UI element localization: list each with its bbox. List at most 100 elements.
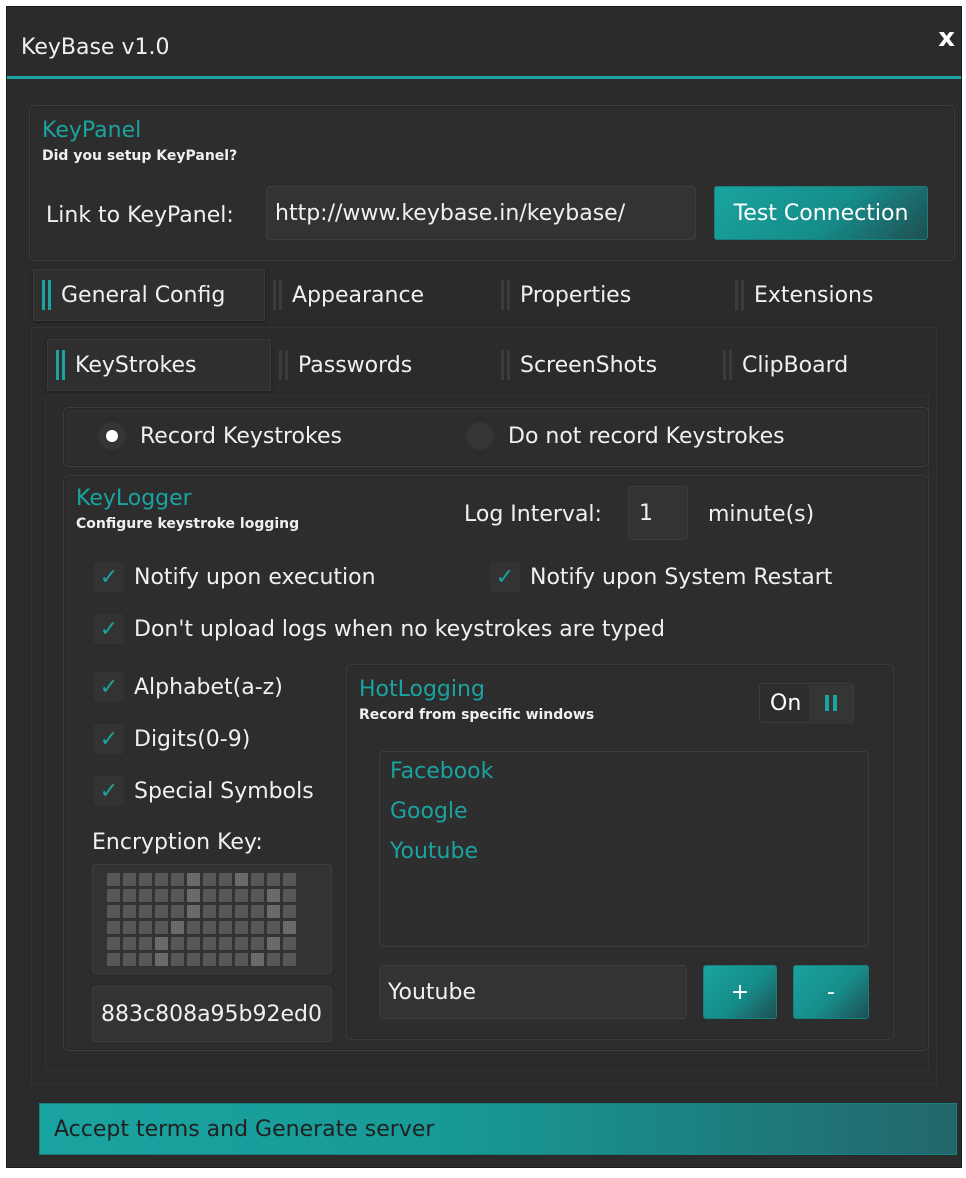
window-title: KeyBase v1.0 — [21, 35, 170, 60]
key-cell — [187, 953, 200, 966]
key-cell — [283, 905, 296, 918]
key-cell — [107, 953, 120, 966]
subtab-label: KeyStrokes — [75, 352, 197, 378]
no-upload-checkbox[interactable]: ✓ Don't upload logs when no keystrokes a… — [94, 614, 665, 644]
tab-indicator-icon — [273, 280, 282, 310]
key-cell — [187, 873, 200, 886]
key-cell — [219, 937, 232, 950]
key-cell — [155, 889, 168, 902]
checkmark-icon: ✓ — [490, 562, 520, 592]
subtab-keystrokes[interactable]: KeyStrokes — [47, 339, 271, 391]
key-cell — [267, 889, 280, 902]
key-cell — [219, 953, 232, 966]
add-window-button[interactable]: + — [703, 965, 777, 1019]
keypanel-url-input[interactable]: http://www.keybase.in/keybase/ — [266, 186, 696, 240]
key-cell — [187, 921, 200, 934]
key-cell — [155, 905, 168, 918]
checkmark-icon: ✓ — [94, 614, 124, 644]
key-cell — [171, 905, 184, 918]
tab-indicator-icon — [279, 350, 288, 380]
log-interval-unit: minute(s) — [708, 502, 815, 527]
key-cell — [123, 905, 136, 918]
key-cell — [187, 889, 200, 902]
hotlogging-subtitle: Record from specific windows — [359, 707, 595, 723]
alphabet-checkbox[interactable]: ✓ Alphabet(a-z) — [94, 672, 283, 702]
key-cell — [155, 937, 168, 950]
key-cell — [251, 905, 264, 918]
list-item[interactable]: Google — [380, 792, 868, 832]
log-interval-label: Log Interval: — [464, 502, 602, 527]
key-cell — [155, 953, 168, 966]
toggle-label: On — [770, 690, 802, 716]
special-symbols-checkbox[interactable]: ✓ Special Symbols — [94, 776, 314, 806]
encryption-key-visual — [92, 864, 332, 974]
radio-record-keystrokes[interactable]: Record Keystrokes — [98, 422, 342, 450]
encryption-key-grid — [107, 873, 296, 966]
key-cell — [251, 873, 264, 886]
key-cell — [187, 937, 200, 950]
key-cell — [267, 921, 280, 934]
tab-indicator-icon — [56, 350, 65, 380]
hotlogging-window-list[interactable]: Facebook Google Youtube — [379, 751, 869, 947]
subtab-screenshots[interactable]: ScreenShots — [501, 339, 657, 391]
key-cell — [107, 889, 120, 902]
key-cell — [267, 873, 280, 886]
key-cell — [235, 905, 248, 918]
log-interval-input[interactable]: 1 — [628, 486, 688, 540]
radio-label: Record Keystrokes — [140, 423, 342, 449]
test-connection-button[interactable]: Test Connection — [714, 186, 928, 240]
title-bar[interactable]: KeyBase v1.0 x — [7, 7, 961, 79]
subtab-passwords[interactable]: Passwords — [279, 339, 412, 391]
list-item[interactable]: Facebook — [380, 752, 868, 792]
radio-no-record-keystrokes[interactable]: Do not record Keystrokes — [466, 422, 785, 450]
generate-server-button[interactable]: Accept terms and Generate server — [39, 1103, 957, 1155]
keypanel-subtitle: Did you setup KeyPanel? — [42, 148, 238, 164]
hotlogging-window-input[interactable]: Youtube — [379, 965, 687, 1019]
checkbox-label: Notify upon execution — [134, 564, 376, 590]
key-cell — [171, 873, 184, 886]
encryption-key-input[interactable]: 883c808a95b92ed0 — [92, 986, 332, 1042]
key-cell — [203, 905, 216, 918]
key-cell — [139, 937, 152, 950]
generate-server-label: Accept terms and Generate server — [54, 1116, 435, 1142]
key-cell — [107, 873, 120, 886]
key-cell — [107, 921, 120, 934]
keylogger-subtitle: Configure keystroke logging — [76, 516, 300, 532]
key-cell — [283, 921, 296, 934]
tab-appearance[interactable]: Appearance — [273, 269, 424, 321]
tab-label: Appearance — [292, 282, 425, 308]
digits-checkbox[interactable]: ✓ Digits(0-9) — [94, 724, 250, 754]
key-cell — [139, 953, 152, 966]
key-cell — [123, 889, 136, 902]
tab-indicator-icon — [501, 350, 510, 380]
subtab-clipboard[interactable]: ClipBoard — [723, 339, 848, 391]
key-cell — [235, 921, 248, 934]
key-cell — [155, 873, 168, 886]
notify-restart-checkbox[interactable]: ✓ Notify upon System Restart — [490, 562, 832, 592]
remove-window-button[interactable]: - — [793, 965, 869, 1019]
list-item[interactable]: Youtube — [380, 832, 868, 872]
checkmark-icon: ✓ — [94, 672, 124, 702]
encryption-key-label: Encryption Key: — [92, 830, 263, 855]
tab-general-config[interactable]: General Config — [33, 269, 265, 321]
key-cell — [251, 921, 264, 934]
radio-selected-icon — [98, 422, 126, 450]
radio-unselected-icon — [466, 422, 494, 450]
key-cell — [235, 889, 248, 902]
key-cell — [235, 953, 248, 966]
close-button[interactable]: x — [938, 23, 955, 53]
checkbox-label: Special Symbols — [134, 778, 314, 804]
key-cell — [203, 889, 216, 902]
tab-extensions[interactable]: Extensions — [735, 269, 873, 321]
key-cell — [283, 873, 296, 886]
key-cell — [219, 921, 232, 934]
notify-execution-checkbox[interactable]: ✓ Notify upon execution — [94, 562, 376, 592]
key-cell — [203, 953, 216, 966]
key-cell — [123, 873, 136, 886]
hotlogging-toggle[interactable]: On — [759, 683, 855, 723]
hotlogging-title: HotLogging — [359, 677, 485, 702]
link-label: Link to KeyPanel: — [46, 203, 234, 228]
tab-properties[interactable]: Properties — [501, 269, 631, 321]
key-cell — [171, 953, 184, 966]
key-cell — [203, 937, 216, 950]
